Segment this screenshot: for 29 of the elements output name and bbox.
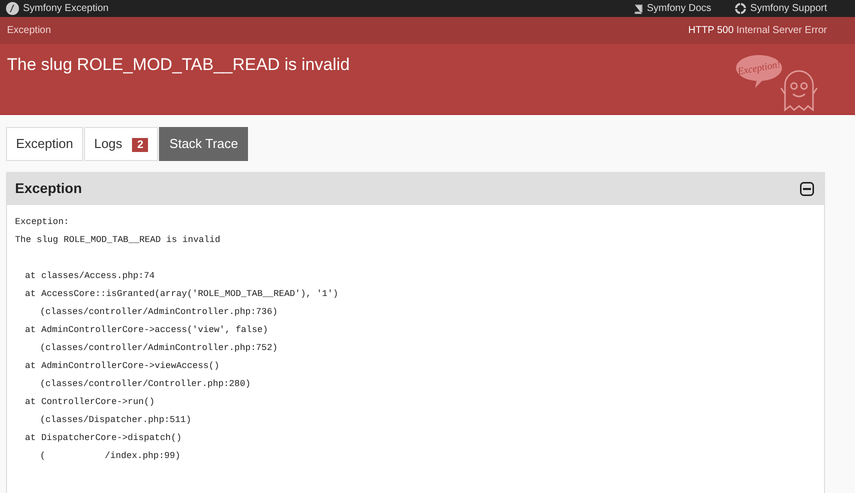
tab[interactable]: Logs 2 xyxy=(84,127,158,160)
trace-file-line: (classes/Dispatcher.php:511) xyxy=(39,414,192,426)
trace-file-line: ( /index.php:99) xyxy=(39,450,182,462)
trace-file-line: (classes/controller/Controller.php:280) xyxy=(39,378,252,390)
nav-link[interactable]: Symfony Docs xyxy=(632,1,712,16)
panel-title: Exception xyxy=(15,179,82,198)
tab[interactable]: Stack Trace xyxy=(159,127,248,160)
ghost-mascot-drawing: Exception! xyxy=(735,52,827,114)
lifebuoy-icon xyxy=(735,3,746,14)
exception-text: Exception: xyxy=(15,216,70,228)
exception-text: The slug ROLE_MOD_TAB__READ is invalid xyxy=(15,234,222,246)
trace-call-line: at classes/Access.php:74 xyxy=(24,270,156,282)
logo-icon xyxy=(6,2,19,15)
count-badge: 2 xyxy=(132,138,148,152)
collapse-toggle-icon[interactable] xyxy=(800,182,814,196)
trace-call-line: at AccessCore::isGranted(array('ROLE_MOD_TAB__READ'), '1') xyxy=(24,288,340,300)
app-title: Symfony Exception xyxy=(23,2,109,16)
section-label: Exception xyxy=(7,24,51,38)
http-status: HTTP 500 Internal Server Error xyxy=(688,24,827,38)
nav-link[interactable]: Symfony Support xyxy=(735,1,827,16)
tab[interactable]: Exception xyxy=(6,127,84,160)
trace-call-line: at DispatcherCore->dispatch() xyxy=(24,432,183,444)
trace-call-line: at AdminControllerCore->access('view', false) xyxy=(24,324,270,336)
trace-file-line: (classes/controller/AdminController.php:752) xyxy=(39,342,279,354)
trace-call-line: at ControllerCore->run() xyxy=(24,396,156,408)
trace-call-line: at AdminControllerCore->viewAccess() xyxy=(24,360,220,372)
book-icon xyxy=(632,4,643,14)
error-message: The slug ROLE_MOD_TAB__READ is invalid xyxy=(7,54,350,76)
trace-file-line: (classes/controller/AdminController.php:736) xyxy=(39,306,279,318)
